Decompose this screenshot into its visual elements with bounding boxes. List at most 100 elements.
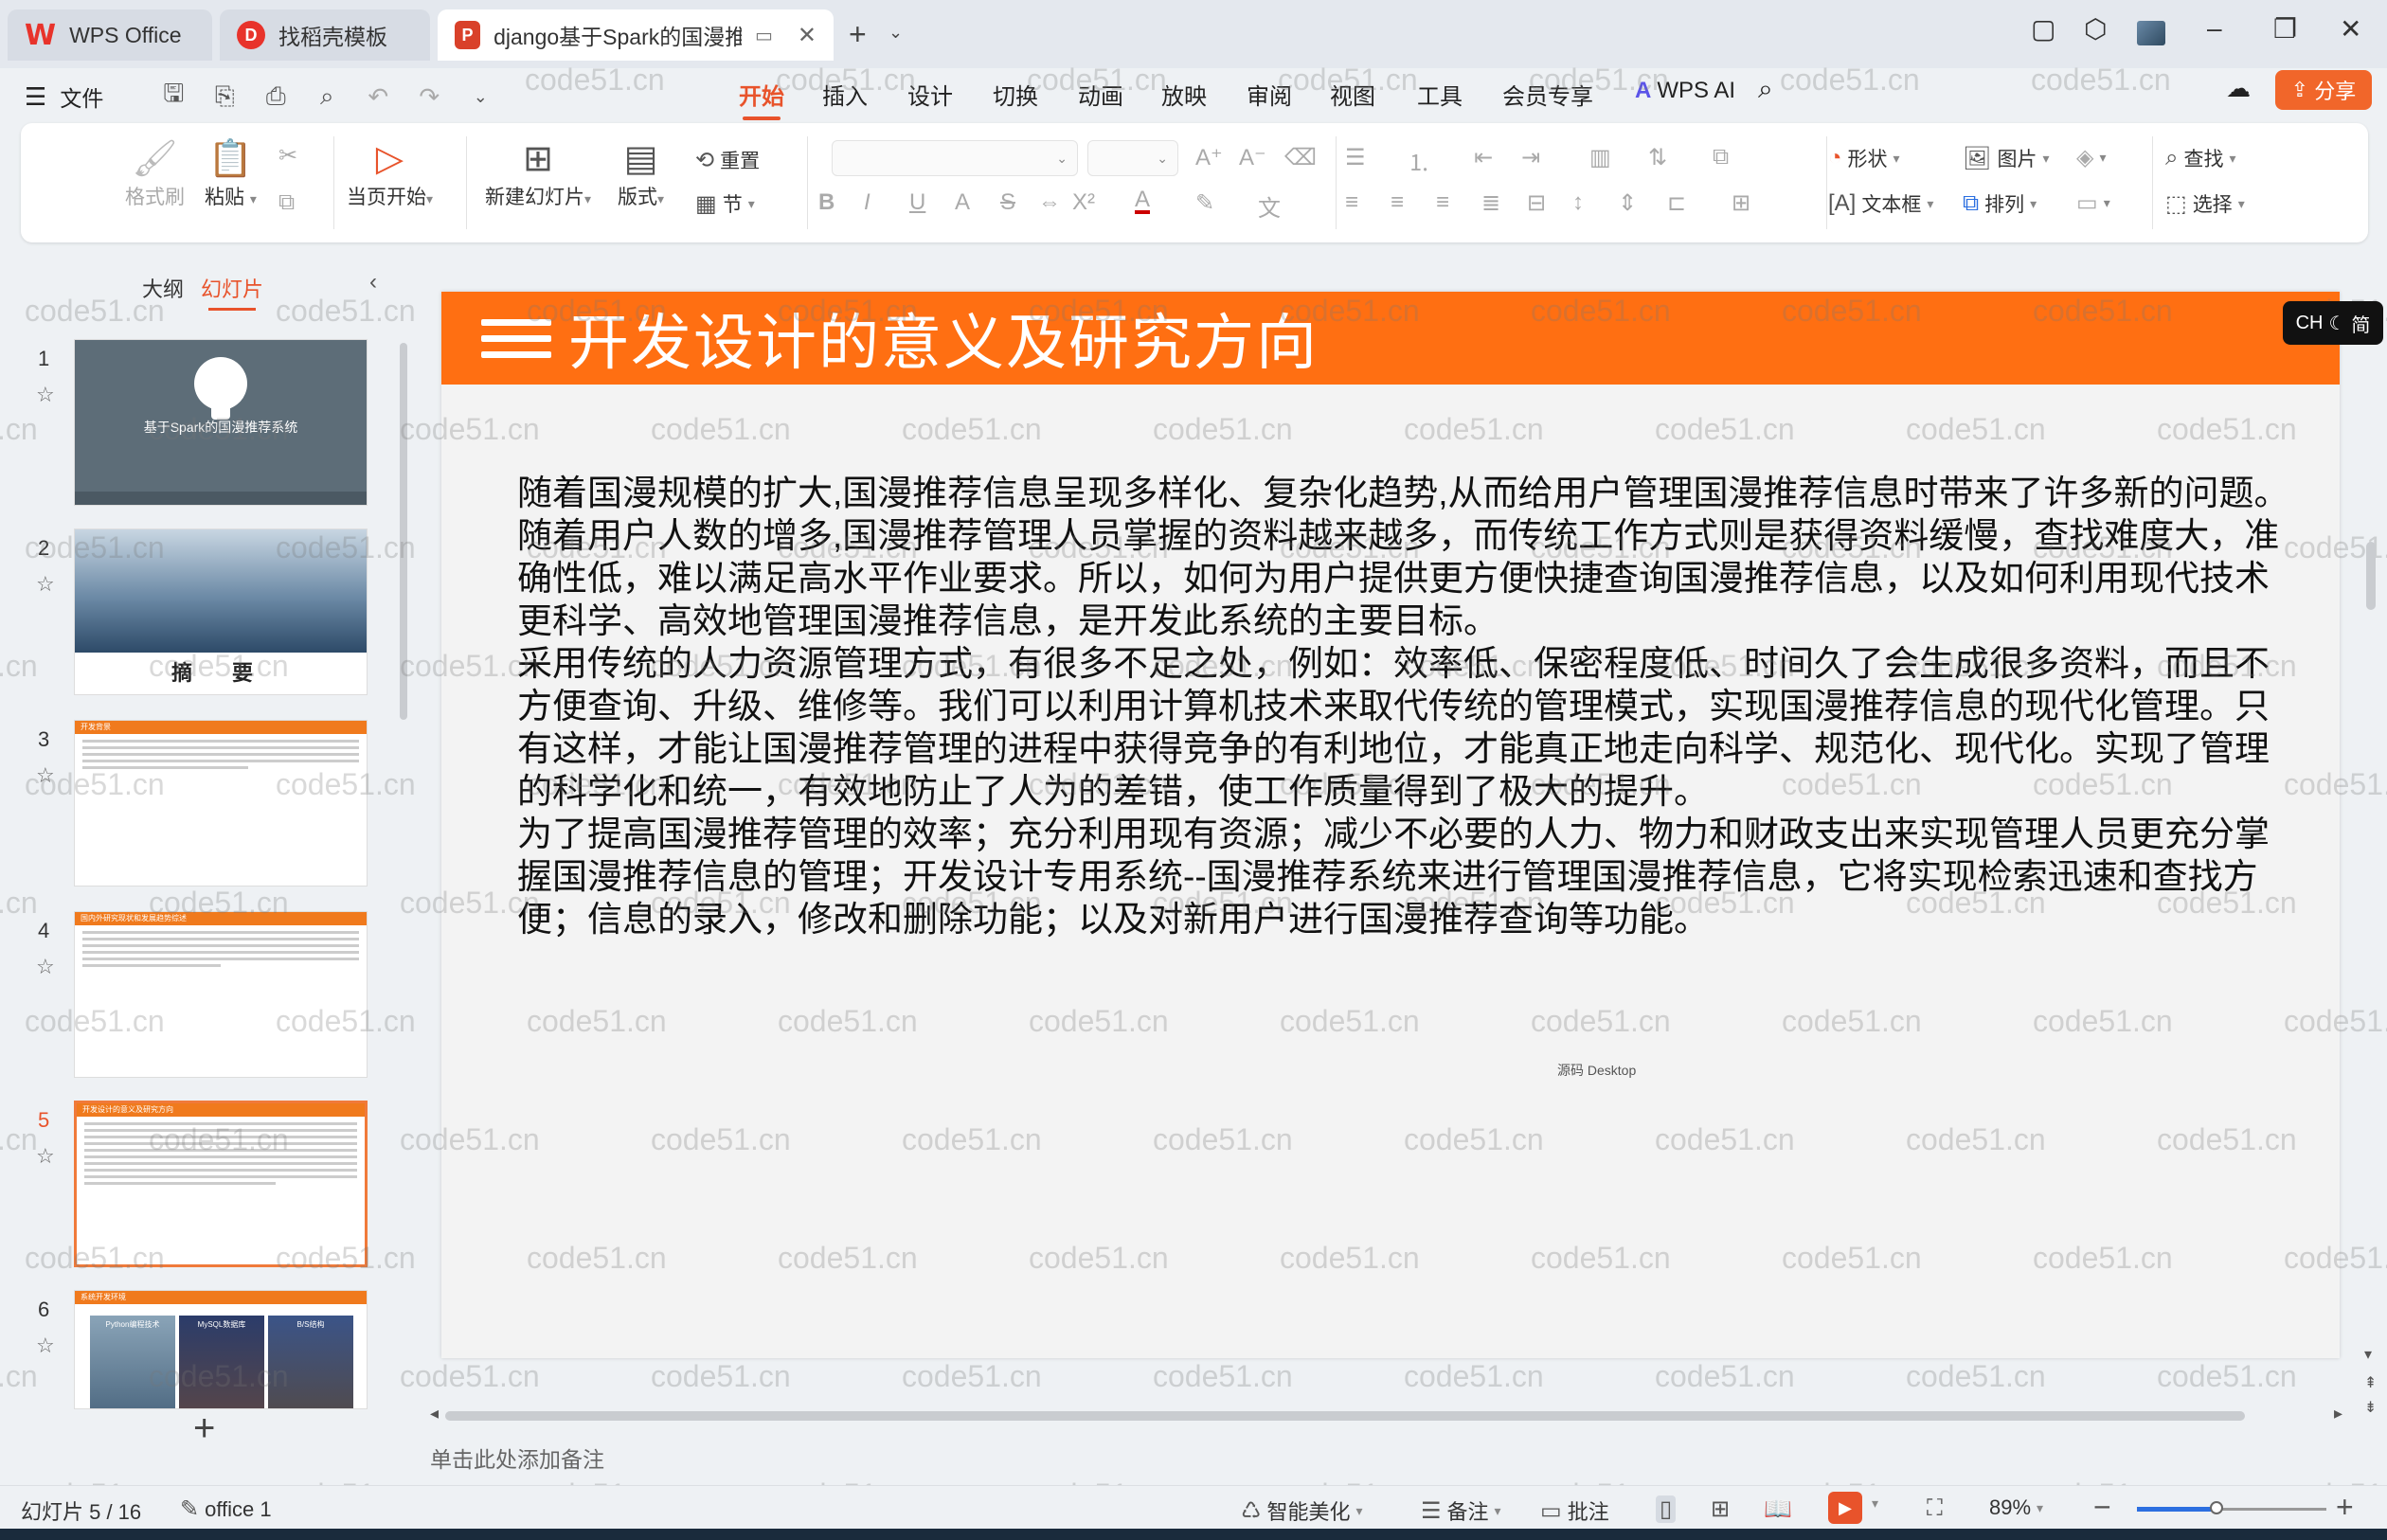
normal-view-icon[interactable]: ▯ — [1656, 1495, 1677, 1523]
clear-format-icon[interactable]: ⌫ — [1284, 144, 1317, 171]
window-layout-icon[interactable]: ▢ — [2031, 13, 2055, 45]
scroll-up-icon[interactable]: ▾ — [2364, 1345, 2372, 1364]
print-icon[interactable]: ⎙ — [257, 81, 295, 112]
reset-button[interactable]: ⟲ 重置 — [695, 146, 760, 174]
italic-icon[interactable]: I — [864, 189, 870, 216]
align-right-icon[interactable]: ≡ — [1436, 189, 1449, 216]
smart-beautify-button[interactable]: ♺ 智能美化 ▾ — [1241, 1495, 1363, 1526]
tab-slideshow[interactable]: 放映 — [1161, 78, 1207, 111]
convert-smartart-icon[interactable]: ⧉ — [1713, 144, 1729, 170]
decrease-font-icon[interactable]: A⁻ — [1239, 144, 1266, 171]
cut-icon[interactable]: ✂ — [278, 142, 297, 170]
text-direction-icon[interactable]: ⇅ — [1648, 144, 1667, 171]
align-center-icon[interactable]: ≡ — [1391, 189, 1404, 216]
undo-icon[interactable]: ↶ — [359, 82, 397, 112]
shadow-text-icon[interactable]: A — [955, 189, 970, 216]
share-button[interactable]: ⇪ 分享 — [2275, 70, 2372, 110]
tab-review[interactable]: 审阅 — [1247, 78, 1292, 111]
horizontal-scrollbar[interactable] — [445, 1411, 2245, 1421]
scroll-right-icon[interactable]: ▸ — [2334, 1404, 2342, 1424]
print-preview-icon[interactable]: ⌕ — [308, 81, 346, 112]
font-color-icon[interactable]: A — [1135, 188, 1151, 214]
find-button[interactable]: ⌕ 查找 ▾ — [2165, 144, 2235, 172]
save-icon[interactable]: 🖫 — [154, 76, 192, 117]
tab-list-chevron-icon[interactable]: ⌄ — [888, 23, 903, 43]
fit-window-icon[interactable]: ⛶ — [1927, 1495, 1943, 1522]
zoom-slider-handle[interactable] — [2210, 1501, 2223, 1514]
arrange-button[interactable]: ⧉ 排列 ▾ — [1963, 189, 2037, 218]
increase-indent-icon[interactable]: ⇥ — [1521, 144, 1540, 171]
copy-icon[interactable]: ⧉ — [278, 189, 295, 216]
highlight-icon[interactable]: ✎ — [1195, 189, 1214, 217]
slide-sorter-icon[interactable]: ⊞ — [1711, 1495, 1730, 1523]
star-icon[interactable]: ☆ — [36, 572, 55, 597]
page-up-icon[interactable]: ⇞ — [2364, 1373, 2377, 1392]
tab-docer-templates[interactable]: D 找稻壳模板 — [220, 9, 430, 61]
cloud-sync-icon[interactable]: ☁ — [2226, 74, 2251, 103]
select-button[interactable]: ⬚ 选择 ▾ — [2165, 189, 2245, 218]
slide-thumbnail-6[interactable]: 系统开发环境 Python编程技术 MySQL数据库 B/S结构 — [74, 1290, 368, 1409]
star-icon[interactable]: ☆ — [36, 1144, 55, 1169]
slide-thumbnail-5[interactable]: 开发设计的意义及研究方向 — [74, 1101, 368, 1267]
numbered-list-icon[interactable]: ⒈ — [1408, 144, 1430, 177]
tab-current-presentation[interactable]: P django基于Spark的国漫推荐 ▭ ✕ — [438, 9, 834, 61]
layout-button[interactable]: ▤ 版式▾ — [618, 136, 664, 210]
char-spacing-icon[interactable]: ⇔ — [1038, 189, 1061, 216]
columns-icon[interactable]: ▥ — [1589, 144, 1611, 171]
underline-icon[interactable]: U — [909, 189, 925, 216]
text-fit-icon[interactable]: ⊞ — [1732, 189, 1750, 217]
star-icon[interactable]: ☆ — [36, 763, 55, 788]
new-slide-button[interactable]: ⊞ 新建幻灯片▾ — [485, 136, 591, 210]
minimize-icon[interactable]: – — [2207, 13, 2222, 44]
vertical-align-icon[interactable]: ⊏ — [1667, 189, 1686, 217]
font-size-select[interactable]: ⌄ — [1087, 140, 1178, 176]
star-icon[interactable]: ☆ — [36, 955, 55, 979]
slide-thumbnail-4[interactable]: 国内外研究现状和发展趋势综述 — [74, 911, 368, 1078]
align-left-icon[interactable]: ≡ — [1345, 189, 1358, 216]
play-from-current-button[interactable]: ▷ 当页开始▾ — [347, 136, 433, 210]
collapse-panel-icon[interactable]: ‹ — [369, 269, 377, 295]
zoom-in-icon[interactable]: + — [2336, 1490, 2354, 1525]
scroll-left-icon[interactable]: ◂ — [430, 1404, 439, 1424]
decrease-indent-icon[interactable]: ⇤ — [1474, 144, 1493, 171]
paste-button[interactable]: 📋 粘贴 ▾ — [205, 136, 257, 210]
hamburger-menu-icon[interactable]: ☰ — [25, 82, 46, 112]
avatar[interactable] — [2137, 21, 2165, 45]
fill-icon[interactable]: ◈ ▾ — [2076, 144, 2107, 171]
picture-button[interactable]: 🖼 图片 ▾ — [1963, 144, 2050, 172]
pinyin-icon[interactable]: 文 — [1258, 189, 1281, 223]
star-icon[interactable]: ☆ — [36, 383, 55, 407]
ime-indicator[interactable]: CH ☾ 简 — [2283, 301, 2383, 345]
tab-transition[interactable]: 切换 — [993, 78, 1038, 111]
export-icon[interactable]: ⎘ — [206, 81, 243, 112]
close-window-icon[interactable]: ✕ — [2340, 13, 2361, 45]
strikethrough-icon[interactable]: S — [1000, 189, 1015, 216]
theme-indicator[interactable]: ✎ office 1 — [180, 1495, 272, 1523]
close-tab-icon[interactable]: ✕ — [798, 22, 817, 49]
outline-icon[interactable]: ▭ ▾ — [2076, 189, 2110, 217]
tab-insert[interactable]: 插入 — [822, 78, 868, 111]
page-down-icon[interactable]: ⇟ — [2364, 1398, 2377, 1417]
bold-icon[interactable]: B — [818, 189, 835, 216]
tab-design[interactable]: 设计 — [907, 78, 953, 111]
increase-font-icon[interactable]: A⁺ — [1195, 144, 1223, 171]
distribute-icon[interactable]: ⊟ — [1527, 189, 1546, 217]
textbox-button[interactable]: [A] 文本框 ▾ — [1828, 189, 1933, 218]
slide-title[interactable]: 开发设计的意义及研究方向 — [568, 295, 1319, 382]
cube-icon[interactable]: ⬡ — [2084, 13, 2107, 45]
line-spacing-icon[interactable]: ↕ — [1572, 189, 1584, 216]
zoom-out-icon[interactable]: − — [2093, 1490, 2111, 1525]
quick-access-chevron-icon[interactable]: ⌄ — [461, 87, 499, 107]
bullet-list-icon[interactable]: ☰ — [1345, 144, 1366, 171]
reading-view-icon[interactable]: 📖 — [1764, 1495, 1792, 1523]
add-slide-plus-icon[interactable]: + — [193, 1407, 215, 1450]
tab-tools[interactable]: 工具 — [1417, 78, 1463, 111]
justify-icon[interactable]: ≣ — [1481, 189, 1500, 217]
tab-slides[interactable]: 幻灯片 — [201, 273, 263, 311]
tab-membership[interactable]: 会员专享 — [1502, 78, 1593, 111]
monitor-icon[interactable]: ▭ — [755, 24, 773, 47]
search-icon[interactable]: ⌕ — [1758, 74, 1773, 105]
notes-placeholder[interactable]: 单击此处添加备注 — [430, 1442, 604, 1474]
slide-canvas[interactable]: 开发设计的意义及研究方向 随着国漫规模的扩大,国漫推荐信息呈现多样化、复杂化趋势… — [441, 292, 2340, 1358]
comments-button[interactable]: ▭ 批注 — [1540, 1495, 1609, 1526]
